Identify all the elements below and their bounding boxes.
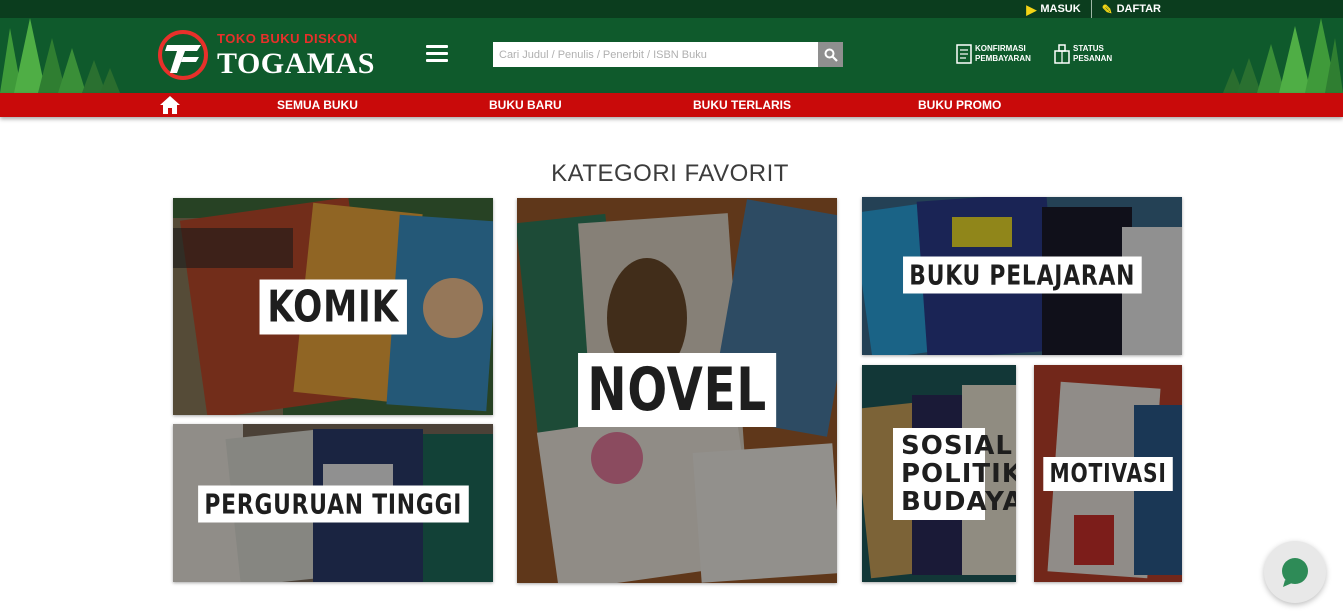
edit-icon: ✎ <box>1101 1 1113 17</box>
receipt-icon <box>956 44 972 64</box>
main-nav: SEMUA BUKU BUKU BARU BUKU TERLARIS BUKU … <box>0 93 1343 117</box>
nav-item-buku-terlaris[interactable]: BUKU TERLARIS <box>693 98 791 112</box>
confirm-line-1: KONFIRMASI <box>975 44 1026 53</box>
hamburger-icon <box>426 59 448 62</box>
order-status-label: STATUS PESANAN <box>1073 44 1112 64</box>
confirm-payment-label: KONFIRMASI PEMBAYARAN <box>975 44 1031 64</box>
top-bar: ▶︎ MASUK ✎ DAFTAR <box>0 0 1343 18</box>
category-label-novel: NOVEL <box>578 353 777 427</box>
login-label: MASUK <box>1040 3 1081 15</box>
category-tile-perguruan-tinggi[interactable]: PERGURUAN TINGGI <box>173 424 493 582</box>
category-label-perguruan-tinggi: PERGURUAN TINGGI <box>198 485 469 523</box>
status-line-2: PESANAN <box>1073 54 1113 63</box>
order-status-link[interactable]: STATUS PESANAN <box>1054 44 1112 64</box>
forest-left-decoration <box>0 18 150 93</box>
search-icon <box>824 48 838 62</box>
category-tile-buku-pelajaran[interactable]: BUKU PELAJARAN <box>862 197 1182 355</box>
confirm-payment-link[interactable]: KONFIRMASI PEMBAYARAN <box>956 44 1031 64</box>
label-line-politik: POLITIK <box>901 458 1016 489</box>
category-tile-komik[interactable]: KOMIK <box>173 198 493 415</box>
nav-item-semua-buku[interactable]: SEMUA BUKU <box>277 98 358 112</box>
register-link[interactable]: ✎ DAFTAR <box>1092 0 1171 18</box>
forest-right-decoration <box>1193 18 1343 93</box>
category-label-motivasi: MOTIVASI <box>1043 456 1173 491</box>
confirm-line-2: PEMBAYARAN <box>975 54 1031 63</box>
status-line-1: STATUS <box>1073 44 1104 53</box>
live-chat-button[interactable] <box>1264 541 1326 603</box>
togamas-logo[interactable]: TOKO BUKU DISKON TOGAMAS <box>157 27 387 83</box>
register-label: DAFTAR <box>1116 3 1161 15</box>
category-label-komik: KOMIK <box>259 279 407 334</box>
search-bar <box>493 42 843 67</box>
nav-item-buku-baru[interactable]: BUKU BARU <box>489 98 562 112</box>
package-icon <box>1054 44 1070 64</box>
play-circle-icon: ▶︎ <box>1026 1 1037 17</box>
home-icon[interactable] <box>159 95 181 115</box>
label-line-sosial: SOSIAL <box>901 430 1013 461</box>
hamburger-icon <box>426 45 448 48</box>
account-links: ▶︎ MASUK ✎ DAFTAR <box>1016 0 1171 18</box>
nav-item-buku-promo[interactable]: BUKU PROMO <box>918 98 1001 112</box>
category-tile-motivasi[interactable]: MOTIVASI <box>1034 365 1182 582</box>
search-button[interactable] <box>818 42 843 67</box>
logo-emblem-icon <box>158 30 208 80</box>
logo-tagline: TOKO BUKU DISKON <box>217 31 358 46</box>
label-line-budaya: BUDAYA <box>901 486 1016 517</box>
hamburger-icon <box>426 52 448 55</box>
category-label-buku-pelajaran: BUKU PELAJARAN <box>903 256 1142 294</box>
login-link[interactable]: ▶︎ MASUK <box>1016 0 1090 18</box>
category-tile-novel[interactable]: NOVEL <box>517 198 837 583</box>
category-label-sosial-politik-budaya: SOSIAL POLITIK BUDAYA <box>893 427 1016 520</box>
search-input[interactable] <box>493 42 818 67</box>
menu-button[interactable] <box>426 45 448 63</box>
logo-name: TOGAMAS <box>217 47 375 80</box>
chat-bubble-icon <box>1282 558 1308 587</box>
site-header: TOKO BUKU DISKON TOGAMAS KONFIRMASI PEMB… <box>0 18 1343 93</box>
category-tile-sosial-politik-budaya[interactable]: SOSIAL POLITIK BUDAYA <box>862 365 1016 582</box>
section-title: KATEGORI FAVORIT <box>551 160 789 187</box>
